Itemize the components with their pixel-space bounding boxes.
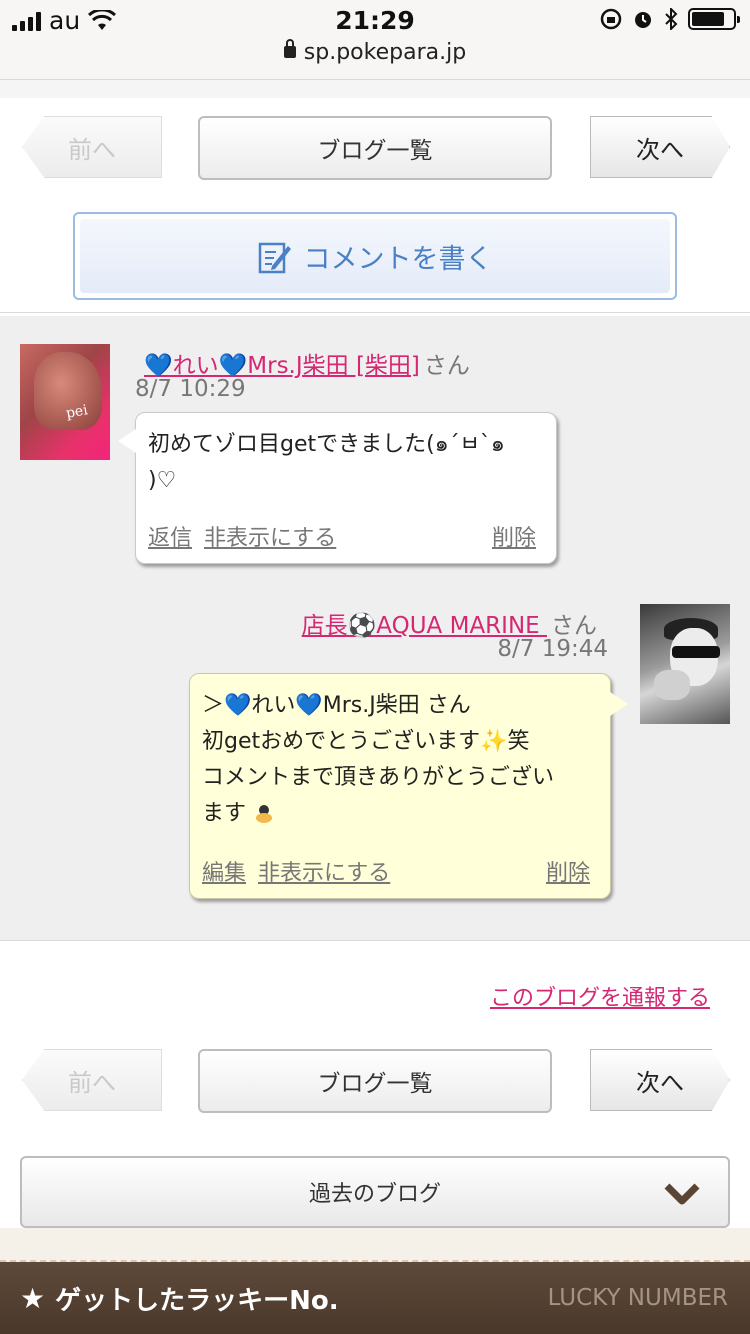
comment-text: ます	[202, 796, 598, 832]
battery-icon	[688, 8, 740, 30]
write-comment-label: コメントを書く	[303, 243, 493, 275]
comment-author: 店長⚽AQUA MARINE さん	[301, 613, 597, 639]
delete-link[interactable]: 削除	[546, 856, 590, 892]
bowing-emoji-icon	[256, 805, 273, 823]
avatar[interactable]	[640, 604, 730, 724]
comment-text: 初getおめでとうございます✨笑	[202, 729, 530, 754]
lock-icon	[283, 39, 296, 58]
next-button[interactable]: 次へ	[590, 1049, 730, 1111]
report-blog-link[interactable]: このブログを通報する	[490, 980, 710, 1012]
comment-bubble: ＞💙れい💙Mrs.J柴田 さん 初getおめでとうございます✨笑 コメントまで頂…	[189, 673, 628, 899]
comment-text: 初めてゾロ目getできました(๑´ㅂ`๑	[148, 432, 505, 457]
alarm-icon	[635, 12, 651, 28]
delete-link[interactable]: 削除	[492, 521, 536, 557]
past-blogs-dropdown[interactable]: 過去のブログ	[20, 1156, 730, 1228]
url-text: sp.pokepara.jp	[303, 40, 467, 65]
hide-link[interactable]: 非表示にする	[258, 856, 390, 892]
rotation-lock-icon	[600, 8, 622, 30]
comment-author: 💙れい💙Mrs.J柴田 [柴田] さん	[144, 353, 470, 379]
comment-text: ＞💙れい💙Mrs.J柴田 さん	[202, 693, 471, 718]
next-button[interactable]: 次へ	[590, 116, 730, 178]
comment-date: 8/7 19:44	[497, 636, 608, 662]
comments-section: pei 💙れい💙Mrs.J柴田 [柴田] さん 8/7 10:29 初めてゾロ目g…	[0, 316, 750, 940]
pen-icon	[258, 242, 291, 274]
bluetooth-icon	[665, 8, 678, 30]
comment-text: )♡	[148, 468, 177, 493]
status-bar: au 21:29 sp.pokepara.jp	[0, 0, 750, 80]
write-comment-button[interactable]: コメントを書く	[73, 212, 677, 300]
blog-list-button[interactable]: ブログ一覧	[198, 1049, 552, 1113]
comment-bubble: 初めてゾロ目getできました(๑´ㅂ`๑ )♡ 返信 非表示にする 削除	[118, 412, 557, 564]
star-icon: ★	[20, 1281, 46, 1315]
reply-link[interactable]: 返信	[148, 521, 192, 557]
edit-link[interactable]: 編集	[202, 856, 246, 892]
lucky-subtitle: LUCKY NUMBER	[547, 1285, 728, 1311]
prev-button[interactable]: 前へ	[22, 1049, 162, 1111]
status-icons	[600, 8, 740, 30]
divider	[0, 312, 750, 313]
comment-date: 8/7 10:29	[135, 376, 246, 402]
comment-text: コメントまで頂きありがとうござい	[202, 765, 555, 790]
url-bar[interactable]: sp.pokepara.jp	[0, 39, 750, 65]
lucky-title: ゲットしたラッキーNo.	[55, 1285, 339, 1316]
top-strip	[0, 80, 750, 98]
footer-strip	[0, 1228, 750, 1262]
chevron-down-icon	[664, 1183, 700, 1205]
avatar[interactable]: pei	[20, 344, 110, 460]
prev-button[interactable]: 前へ	[22, 116, 162, 178]
past-blogs-label: 過去のブログ	[308, 1182, 441, 1207]
hide-link[interactable]: 非表示にする	[204, 521, 336, 557]
lucky-number-bar[interactable]: ★ ゲットしたラッキーNo. LUCKY NUMBER	[0, 1262, 750, 1334]
divider	[0, 940, 750, 941]
blog-list-button[interactable]: ブログ一覧	[198, 116, 552, 180]
